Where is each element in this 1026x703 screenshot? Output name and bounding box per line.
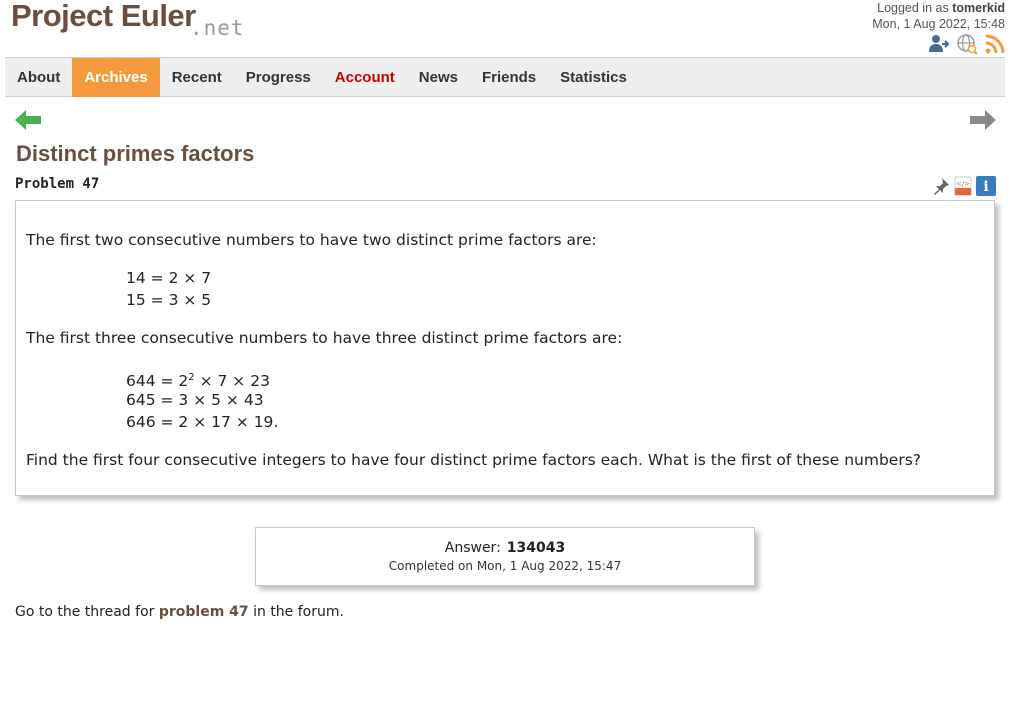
site-logo-suffix: .net: [190, 16, 245, 40]
nav-recent[interactable]: Recent: [160, 58, 234, 97]
forum-text-pre: Go to the thread for: [15, 604, 155, 620]
answer-line: Answer: 134043: [256, 540, 754, 556]
nav-friends[interactable]: Friends: [470, 58, 548, 97]
nav-archives[interactable]: Archives: [72, 58, 160, 97]
answer-box: Answer: 134043 Completed on Mon, 1 Aug 20…: [255, 527, 755, 586]
add-friend-icon[interactable]: [928, 33, 950, 55]
rss-icon[interactable]: [984, 33, 1006, 55]
nav-about[interactable]: About: [5, 58, 72, 97]
info-icon[interactable]: i: [976, 176, 996, 200]
problem-paragraph-1: The first two consecutive numbers to hav…: [26, 231, 597, 249]
forum-line: Go to the thread for problem 47 in the f…: [15, 604, 344, 620]
svg-text:</>: </>: [956, 180, 970, 188]
login-datetime: Mon, 1 Aug 2022, 15:48: [872, 17, 1005, 31]
next-arrow-icon[interactable]: [970, 110, 996, 134]
problem-number: Problem 47: [15, 176, 100, 192]
nav-statistics[interactable]: Statistics: [548, 58, 639, 97]
completed-date: Completed on Mon, 1 Aug 2022, 15:47: [388, 559, 622, 573]
language-icon[interactable]: [956, 33, 978, 55]
equation-block-2: 644 = 22 × 7 × 23 645 = 3 × 5 × 43 646 =…: [126, 367, 278, 433]
problem-paragraph-2: The first three consecutive numbers to h…: [26, 329, 623, 347]
problem-paragraph-3: Find the first four consecutive integers…: [26, 451, 921, 469]
problem-icons: </> i: [932, 176, 996, 200]
nav-news[interactable]: News: [407, 58, 470, 97]
forum-thread-link[interactable]: problem 47: [159, 604, 249, 620]
site-logo[interactable]: Project Euler: [11, 0, 196, 34]
equation-line: 15 = 3 × 5: [126, 291, 212, 309]
answer-value: 134043: [506, 540, 566, 556]
previous-arrow-icon[interactable]: [15, 110, 41, 134]
problem-content: The first two consecutive numbers to hav…: [15, 200, 995, 496]
answer-label: Answer:: [444, 540, 501, 556]
problem-title: Distinct primes factors: [16, 141, 255, 166]
equation-line: 644 = 22 × 7 × 23: [126, 372, 270, 391]
login-info: Logged in as tomerkid Mon, 1 Aug 2022, 1…: [872, 0, 1005, 32]
nav-progress[interactable]: Progress: [234, 58, 323, 97]
equation-line: 14 = 2 × 7: [126, 269, 212, 287]
login-prefix: Logged in as: [877, 1, 949, 15]
equation-line: 645 = 3 × 5 × 43: [126, 391, 264, 409]
header-icons: [928, 33, 1006, 55]
equation-line: 646 = 2 × 17 × 19.: [126, 413, 279, 431]
main-nav: About Archives Recent Progress Account N…: [5, 57, 1005, 97]
html-icon[interactable]: </>: [954, 176, 972, 200]
forum-text-post: in the forum.: [253, 604, 344, 620]
equation-block-1: 14 = 2 × 7 15 = 3 × 5: [126, 267, 211, 311]
nav-account[interactable]: Account: [323, 58, 407, 97]
login-username[interactable]: tomerkid: [952, 1, 1005, 15]
svg-text:i: i: [983, 179, 988, 195]
pin-icon[interactable]: [932, 177, 950, 199]
